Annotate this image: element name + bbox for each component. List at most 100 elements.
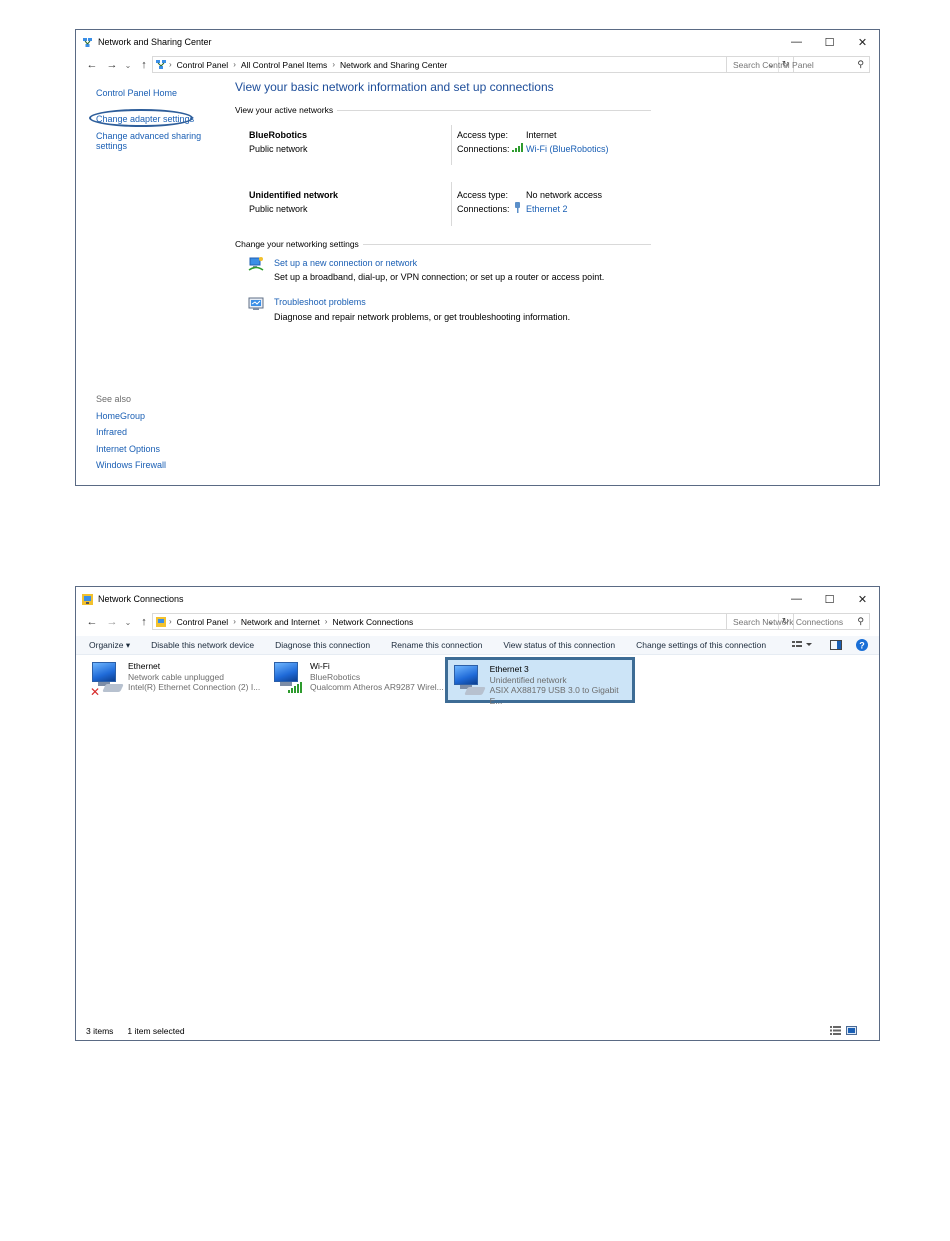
ethernet-adapter-icon: ✕ [90,660,128,700]
signal-bars-icon [288,682,302,693]
task-troubleshoot[interactable]: Troubleshoot problems [274,297,366,307]
search-input[interactable] [733,59,851,70]
search-box[interactable]: ⚲ [726,613,870,630]
search-box[interactable]: ⚲ [726,56,870,73]
breadcrumb-control-panel[interactable]: Control Panel [177,617,229,627]
control-panel-icon [156,59,166,70]
task-setup-connection[interactable]: Set up a new connection or network [274,258,417,268]
change-settings-label: Change your networking settings [235,239,359,249]
breadcrumb-separator-icon: › [233,617,236,626]
task-description: Diagnose and repair network problems, or… [274,312,571,322]
breadcrumb-network-internet[interactable]: Network and Internet [241,617,320,627]
breadcrumb-network-center[interactable]: Network and Sharing Center [340,60,447,70]
maximize-button[interactable]: ☐ [813,587,846,611]
large-icons-view-icon[interactable] [846,1026,857,1037]
recent-chevron-icon[interactable]: ⌄ [122,61,134,70]
navigation-bar: ← → ⌄ ↑ › Control Panel › Network and In… [76,611,879,633]
view-options-icon[interactable] [792,640,812,652]
adapter-device: Intel(R) Ethernet Connection (2) I... [128,682,261,692]
adapter-status: Unidentified network [489,674,567,685]
breadcrumb-all-items[interactable]: All Control Panel Items [241,60,327,70]
sidebar-link-line: settings [96,141,128,151]
up-arrow-icon[interactable]: ↑ [134,616,154,628]
forward-arrow-icon[interactable]: → [102,59,122,71]
network-connections-window: Network Connections — ☐ ✕ ← → ⌄ ↑ › Cont… [75,586,880,1041]
breadcrumb-separator-icon: › [332,60,335,69]
network-connections-icon [156,616,166,627]
maximize-button[interactable]: ☐ [813,30,846,54]
sidebar-link-line: Change advanced sharing [96,131,202,141]
troubleshoot-icon [248,296,264,312]
sidebar-control-panel-home[interactable]: Control Panel Home [96,88,177,98]
wifi-adapter-icon [272,660,310,700]
adapter-name: Ethernet 3 [489,664,529,674]
ethernet-plug-icon [514,202,521,215]
see-also-internet-options[interactable]: Internet Options [96,444,160,454]
see-also-homegroup[interactable]: HomeGroup [96,411,145,421]
connection-link-ethernet2[interactable]: Ethernet 2 [526,204,568,214]
forward-arrow-icon[interactable]: → [102,616,122,628]
adapter-ethernet[interactable]: ✕ Ethernet Network cable unplugged Intel… [86,657,266,703]
minimize-button[interactable]: — [780,587,813,611]
network-connections-icon [82,593,93,605]
disable-device-button[interactable]: Disable this network device [151,640,254,650]
adapter-status: Network cable unplugged [128,671,224,682]
breadcrumb-control-panel[interactable]: Control Panel [177,60,229,70]
access-type-value: No network access [526,190,603,200]
command-bar: Organize ▾ Disable this network device D… [76,636,879,655]
section-divider [363,244,651,245]
rename-connection-button[interactable]: Rename this connection [391,640,482,650]
up-arrow-icon[interactable]: ↑ [134,59,154,71]
breadcrumb-separator-icon: › [233,60,236,69]
breadcrumb-separator-icon: › [324,617,328,626]
search-icon[interactable]: ⚲ [857,616,864,627]
navigation-bar: ← → ⌄ ↑ › Control Panel › All Control Pa… [76,54,879,76]
see-also-windows-firewall[interactable]: Windows Firewall [96,460,166,470]
organize-menu[interactable]: Organize ▾ [89,640,130,651]
search-icon[interactable]: ⚲ [857,59,864,70]
access-type-value: Internet [526,130,557,140]
column-divider [451,182,452,226]
back-arrow-icon[interactable]: ← [82,59,102,71]
column-divider [451,125,452,165]
connections-label: Connections: [457,204,510,214]
adapter-wifi[interactable]: Wi-Fi BlueRobotics Qualcomm Atheros AR92… [268,657,448,703]
address-bar[interactable]: › Control Panel › Network and Internet ›… [152,613,794,630]
preview-pane-icon[interactable] [830,640,842,652]
new-connection-icon [248,256,264,272]
adapter-ethernet-3[interactable]: Ethernet 3 Unidentified network ASIX AX8… [445,657,635,706]
ethernet-adapter-icon [452,663,490,703]
change-settings-button[interactable]: Change settings of this connection [636,640,766,650]
help-icon[interactable]: ? [856,639,868,653]
adapter-device: ASIX AX88179 USB 3.0 to Gigabit E... [489,685,619,706]
section-divider [337,110,651,111]
title-bar[interactable]: Network Connections — ☐ ✕ [76,587,879,611]
window-title: Network Connections [98,594,184,604]
breadcrumb-network-connections[interactable]: Network Connections [332,617,413,627]
network-category: Public network [249,204,308,214]
connections-label: Connections: [457,144,510,154]
sidebar-change-advanced-sharing[interactable]: Change advanced sharing settings [96,131,201,151]
network-name: Unidentified network [249,190,339,200]
diagnose-connection-button[interactable]: Diagnose this connection [275,640,370,650]
access-type-label: Access type: [457,130,509,140]
recent-chevron-icon[interactable]: ⌄ [122,618,134,627]
address-bar[interactable]: › Control Panel › All Control Panel Item… [152,56,794,73]
minimize-button[interactable]: — [780,30,813,54]
network-sharing-center-window: Network and Sharing Center — ☐ ✕ ← → ⌄ ↑… [75,29,880,486]
window-title: Network and Sharing Center [98,37,212,47]
details-view-icon[interactable] [830,1026,841,1037]
close-button[interactable]: ✕ [846,30,879,54]
close-button[interactable]: ✕ [846,587,879,611]
view-status-button[interactable]: View status of this connection [503,640,615,650]
title-bar[interactable]: Network and Sharing Center — ☐ ✕ [76,30,879,54]
network-category: Public network [249,144,308,154]
access-type-label: Access type: [457,190,509,200]
task-description: Set up a broadband, dial-up, or VPN conn… [274,272,605,282]
breadcrumb-separator-icon: › [169,60,172,69]
see-also-infrared[interactable]: Infrared [96,427,127,437]
connection-link-wifi[interactable]: Wi-Fi (BlueRobotics) [526,144,609,154]
highlight-circle [89,109,193,127]
back-arrow-icon[interactable]: ← [82,616,102,628]
search-input[interactable] [733,616,851,627]
